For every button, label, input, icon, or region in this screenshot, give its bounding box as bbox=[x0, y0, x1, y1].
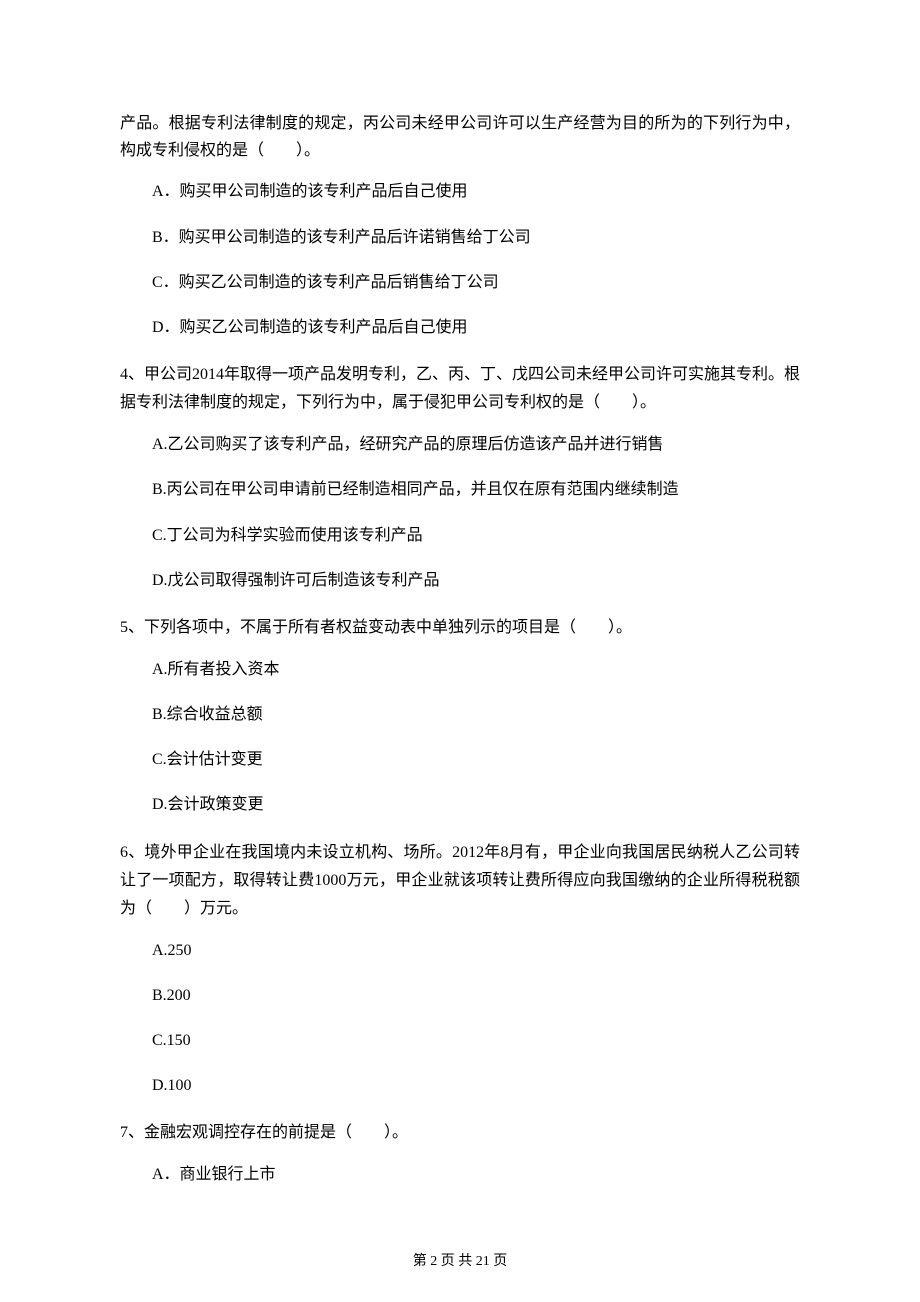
question-6-stem: 6、境外甲企业在我国境内未设立机构、场所。2012年8月有，甲企业向我国居民纳税… bbox=[120, 839, 800, 923]
question-3-continuation: 产品。根据专利法律制度的规定，丙公司未经甲公司许可以生产经营为目的所为的下列行为… bbox=[120, 110, 800, 164]
question-4-option-a: A.乙公司购买了该专利产品，经研究产品的原理后仿造该产品并进行销售 bbox=[120, 431, 800, 458]
question-5-option-a: A.所有者投入资本 bbox=[120, 656, 800, 683]
question-6-option-d: D.100 bbox=[120, 1072, 800, 1099]
question-4-option-c: C.丁公司为科学实验而使用该专利产品 bbox=[120, 522, 800, 549]
question-6-option-a: A.250 bbox=[120, 937, 800, 964]
question-5-stem: 5、下列各项中，不属于所有者权益变动表中单独列示的项目是（ ）。 bbox=[120, 614, 800, 642]
document-page: 产品。根据专利法律制度的规定，丙公司未经甲公司许可以生产经营为目的所为的下列行为… bbox=[0, 0, 920, 1302]
question-6-option-b: B.200 bbox=[120, 982, 800, 1009]
page-footer: 第 2 页 共 21 页 bbox=[0, 1250, 920, 1270]
question-5-option-d: D.会计政策变更 bbox=[120, 791, 800, 818]
question-5-option-b: B.综合收益总额 bbox=[120, 701, 800, 728]
question-7-option-a: A．商业银行上市 bbox=[120, 1161, 800, 1188]
question-3-option-a: A．购买甲公司制造的该专利产品后自己使用 bbox=[120, 178, 800, 205]
question-6-option-c: C.150 bbox=[120, 1027, 800, 1054]
question-5-option-c: C.会计估计变更 bbox=[120, 746, 800, 773]
question-3-option-c: C．购买乙公司制造的该专利产品后销售给丁公司 bbox=[120, 269, 800, 296]
question-3-option-d: D．购买乙公司制造的该专利产品后自己使用 bbox=[120, 314, 800, 341]
question-4-option-b: B.丙公司在甲公司申请前已经制造相同产品，并且仅在原有范围内继续制造 bbox=[120, 476, 800, 503]
question-3-option-b: B．购买甲公司制造的该专利产品后许诺销售给丁公司 bbox=[120, 224, 800, 251]
question-4-option-d: D.戊公司取得强制许可后制造该专利产品 bbox=[120, 567, 800, 594]
question-4-stem: 4、甲公司2014年取得一项产品发明专利，乙、丙、丁、戊四公司未经甲公司许可实施… bbox=[120, 361, 800, 417]
question-7-stem: 7、金融宏观调控存在的前提是（ ）。 bbox=[120, 1119, 800, 1147]
